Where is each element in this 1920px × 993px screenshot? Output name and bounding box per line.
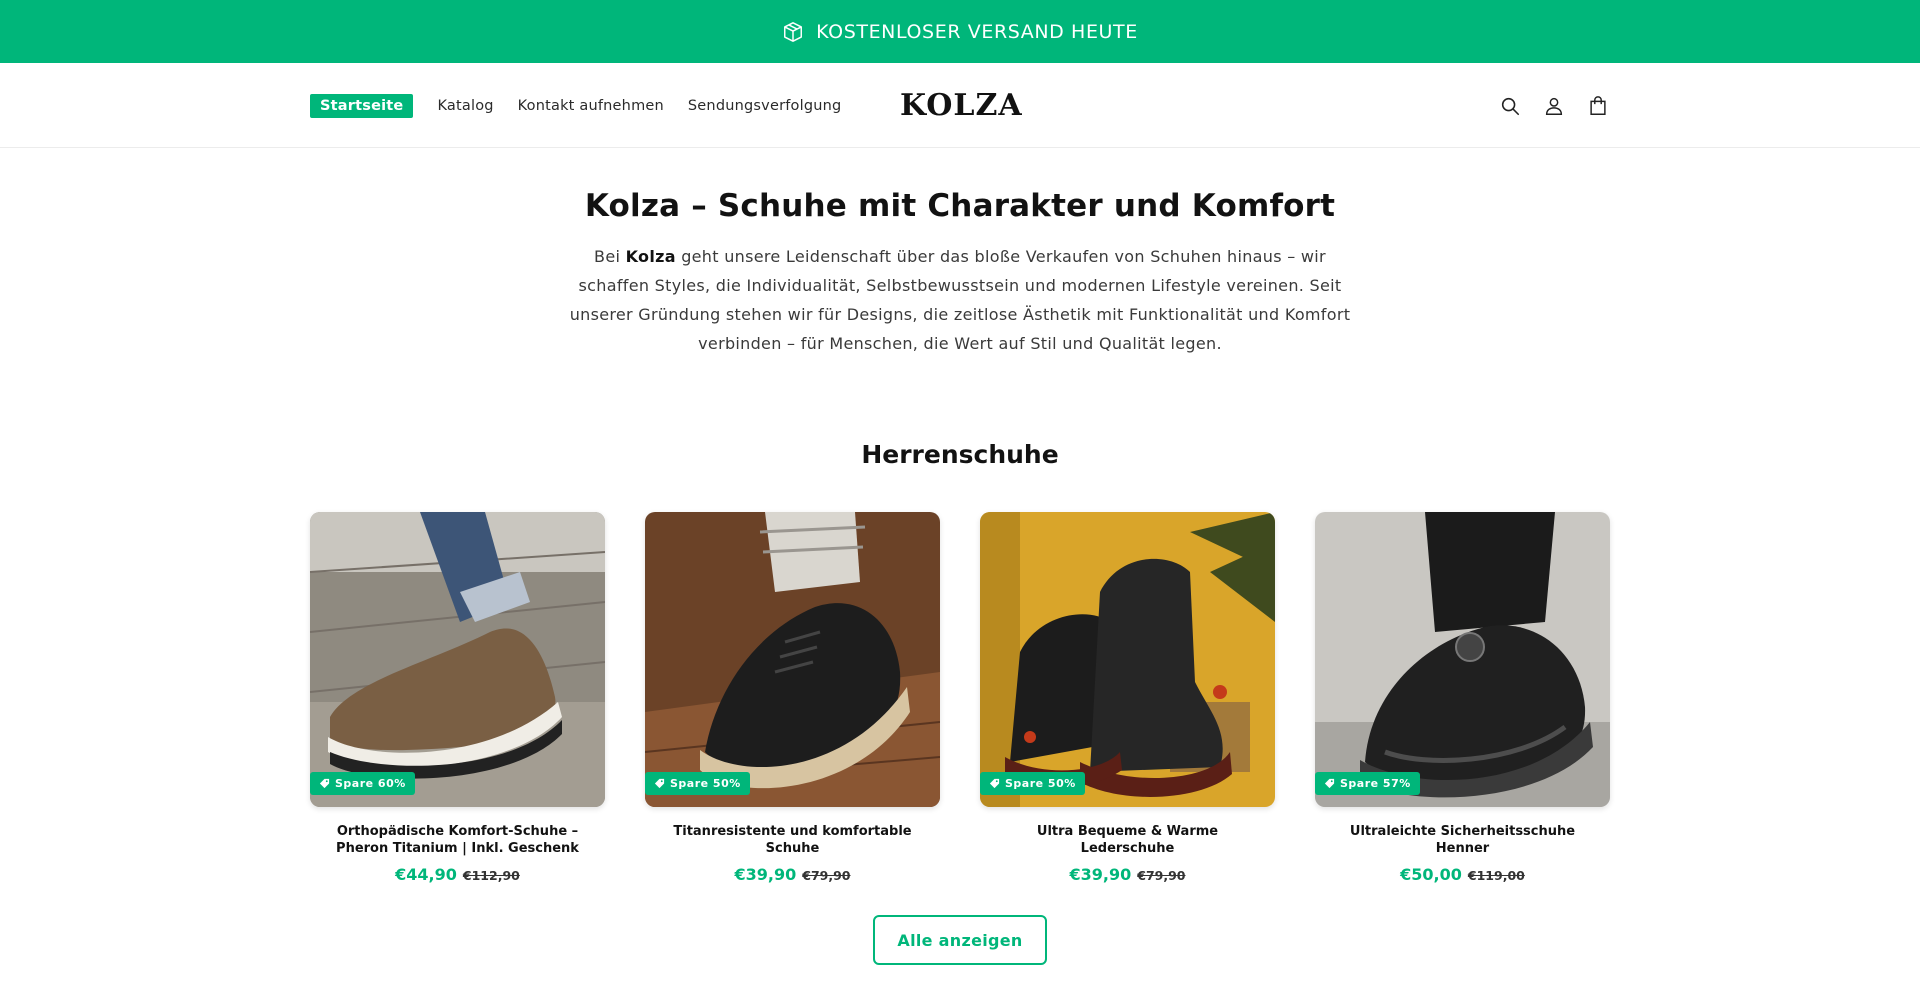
intro-text-rest: geht unsere Leidenschaft über das bloße …: [569, 247, 1351, 353]
site-header: Startseite Katalog Kontakt aufnehmen Sen…: [0, 63, 1920, 148]
product-title[interactable]: Ultraleichte Sicherheitsschuhe Henner: [1315, 823, 1610, 857]
sale-price: €44,90: [395, 865, 457, 884]
view-all-button[interactable]: Alle anzeigen: [873, 915, 1047, 965]
discount-badge-label: Spare 57%: [1340, 777, 1411, 790]
nav-item-startseite[interactable]: Startseite: [310, 93, 414, 118]
discount-badge-label: Spare 60%: [335, 777, 406, 790]
discount-badge-label: Spare 50%: [1005, 777, 1076, 790]
search-icon[interactable]: [1498, 94, 1522, 118]
tag-icon: [319, 778, 330, 789]
product-image[interactable]: Spare 50%: [980, 512, 1275, 807]
intro-brand: Kolza: [625, 247, 676, 266]
collection-section: Herrenschuhe: [0, 440, 1920, 469]
sale-price: €39,90: [734, 865, 797, 884]
package-icon: [782, 21, 804, 43]
regular-price: €119,00: [1467, 868, 1525, 883]
product-prices: €50,00 €119,00: [1315, 865, 1610, 884]
announcement-bar: KOSTENLOSER VERSAND HEUTE: [0, 0, 1920, 63]
intro-section: Kolza – Schuhe mit Charakter und Komfort…: [0, 148, 1920, 358]
main-nav: Startseite Katalog Kontakt aufnehmen Sen…: [310, 63, 841, 148]
product-title[interactable]: Titanresistente und komfortable Schuhe: [645, 823, 940, 857]
regular-price: €112,90: [462, 868, 520, 883]
product-card[interactable]: Spare 57% Ultraleichte Sicherheitsschuhe…: [1315, 512, 1610, 884]
nav-item-katalog[interactable]: Katalog: [437, 98, 493, 114]
nav-item-sendungsverfolgung[interactable]: Sendungsverfolgung: [688, 98, 842, 114]
product-grid: Spare 60% Orthopädische Komfort-Schuhe –…: [310, 512, 1610, 884]
collection-title: Herrenschuhe: [861, 440, 1059, 469]
discount-badge: Spare 50%: [645, 772, 750, 795]
discount-badge: Spare 60%: [310, 772, 415, 795]
sale-price: €39,90: [1069, 865, 1132, 884]
page-title: Kolza – Schuhe mit Charakter und Komfort: [584, 188, 1336, 224]
site-logo[interactable]: KOLZA: [900, 63, 1023, 148]
sale-price: €50,00: [1400, 865, 1462, 884]
product-card[interactable]: Spare 50% Titanresistente und komfortabl…: [645, 512, 940, 884]
tag-icon: [654, 778, 665, 789]
product-title[interactable]: Orthopädische Komfort-Schuhe – Pheron Ti…: [310, 823, 605, 857]
tag-icon: [989, 778, 1000, 789]
product-prices: €39,90 €79,90: [980, 865, 1275, 884]
product-card[interactable]: Spare 50% Ultra Bequeme & Warme Ledersch…: [980, 512, 1275, 884]
regular-price: €79,90: [1137, 868, 1186, 883]
product-prices: €44,90 €112,90: [310, 865, 605, 884]
product-title[interactable]: Ultra Bequeme & Warme Lederschuhe: [980, 823, 1275, 857]
header-icons: [1498, 63, 1610, 148]
tag-icon: [1324, 778, 1335, 789]
product-prices: €39,90 €79,90: [645, 865, 940, 884]
product-card[interactable]: Spare 60% Orthopädische Komfort-Schuhe –…: [310, 512, 605, 884]
product-image[interactable]: Spare 50%: [645, 512, 940, 807]
nav-item-kontakt[interactable]: Kontakt aufnehmen: [518, 98, 664, 114]
account-icon[interactable]: [1542, 94, 1566, 118]
announcement-text: KOSTENLOSER VERSAND HEUTE: [816, 20, 1138, 43]
product-image[interactable]: Spare 60%: [310, 512, 605, 807]
intro-text: Bei Kolza geht unsere Leidenschaft über …: [565, 242, 1355, 358]
discount-badge: Spare 50%: [980, 772, 1085, 795]
discount-badge: Spare 57%: [1315, 772, 1420, 795]
cart-icon[interactable]: [1586, 94, 1610, 118]
discount-badge-label: Spare 50%: [670, 777, 741, 790]
intro-text-start: Bei: [594, 247, 626, 266]
regular-price: €79,90: [802, 868, 851, 883]
product-image[interactable]: Spare 57%: [1315, 512, 1610, 807]
